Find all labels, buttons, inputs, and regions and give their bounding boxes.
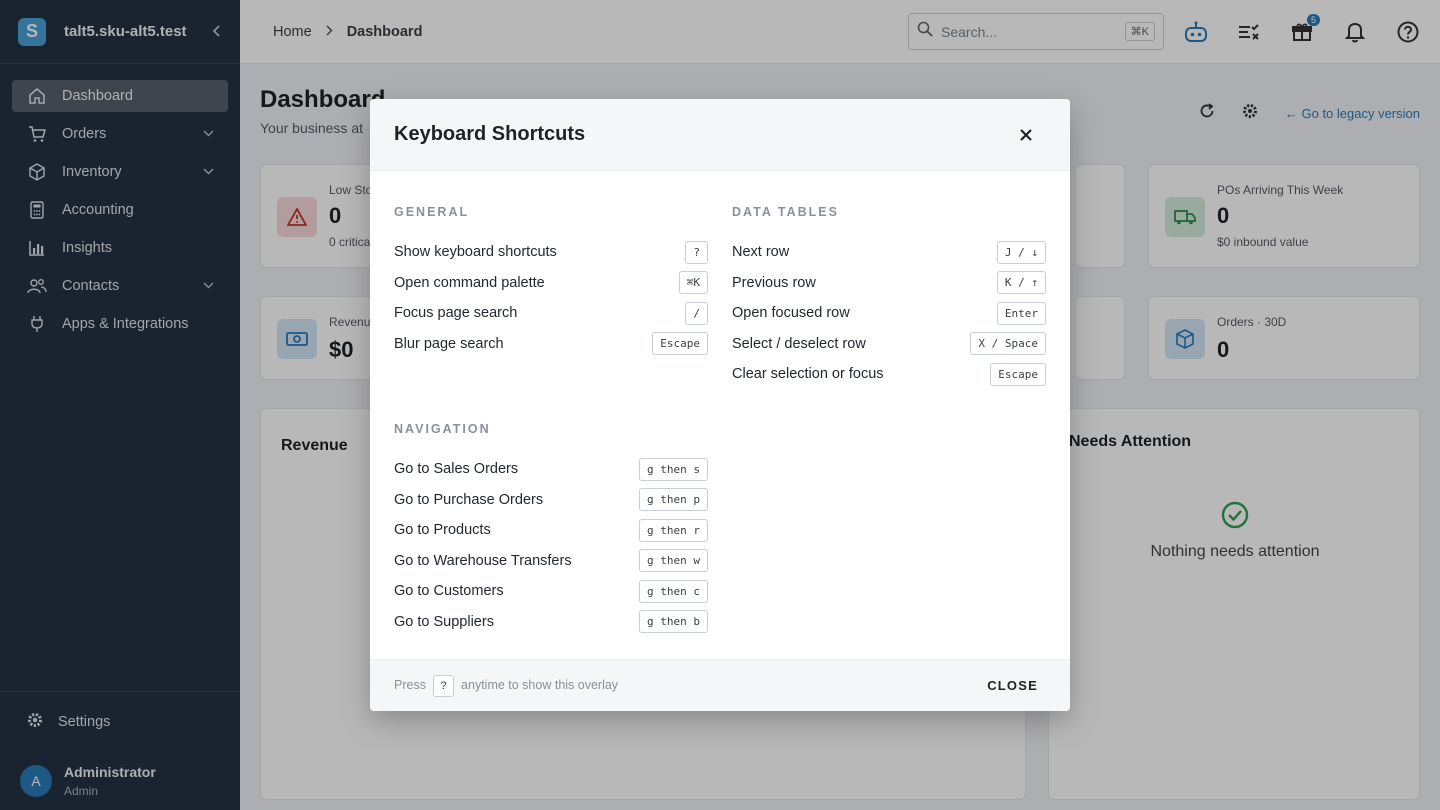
dialog-title: Keyboard Shortcuts <box>394 123 586 145</box>
shortcut-key: g then c <box>639 579 708 603</box>
shortcut-label: Show keyboard shortcuts <box>394 244 557 261</box>
shortcut-label: Go to Sales Orders <box>394 461 519 478</box>
shortcut-row: Go to Customers g then c <box>394 576 708 607</box>
shortcut-label: Open command palette <box>394 274 545 291</box>
shortcut-label: Go to Products <box>394 522 491 539</box>
dialog-header: Keyboard Shortcuts <box>370 99 1070 171</box>
shortcut-label: Select / deselect row <box>732 335 866 352</box>
shortcut-key: K / ↑ <box>996 271 1046 295</box>
shortcut-key: g then r <box>639 518 708 542</box>
shortcut-row: Open command palette ⌘K <box>394 268 708 299</box>
shortcut-key: g then s <box>639 457 708 481</box>
close-button[interactable]: CLOSE <box>987 678 1038 693</box>
section-heading: DATA TABLES <box>732 205 839 219</box>
shortcuts-section-data-tables: DATA TABLES Next row J / ↓ Previous row K … <box>732 205 1046 390</box>
dialog-body: GENERAL Show keyboard shortcuts? Open co… <box>370 171 1070 659</box>
shortcut-row: Go to Warehouse Transfers g then w <box>394 546 708 577</box>
shortcut-row: Blur page search Escape <box>394 329 708 360</box>
shortcut-key: Escape <box>652 332 708 356</box>
shortcut-row: Focus page search / <box>394 298 708 329</box>
shortcut-row: Next row J / ↓ <box>732 237 1046 268</box>
section-heading: GENERAL <box>394 205 470 219</box>
shortcut-row: Previous row K / ↑ <box>732 268 1046 299</box>
shortcut-row: Show keyboard shortcuts? <box>394 237 708 268</box>
shortcut-label: Blur page search <box>394 335 504 352</box>
shortcut-label: Open focused row <box>732 305 850 322</box>
footer-key: ? <box>433 674 454 697</box>
shortcut-label: Clear selection or focus <box>732 366 884 383</box>
shortcut-label: Go to Customers <box>394 583 504 600</box>
shortcut-key: J / ↓ <box>996 240 1046 264</box>
shortcut-row: Go to Products g then r <box>394 515 708 546</box>
shortcut-label: Focus page search <box>394 305 518 322</box>
footer-press-text: Press <box>394 677 426 692</box>
shortcut-label: Go to Purchase Orders <box>394 491 544 508</box>
shortcut-label: Next row <box>732 244 790 261</box>
shortcut-label: Previous row <box>732 274 816 291</box>
shortcut-key: Enter <box>996 301 1046 325</box>
shortcut-row: Open focused row Enter <box>732 298 1046 329</box>
keyboard-shortcuts-dialog: Keyboard Shortcuts GENERAL Show keyboard… <box>370 99 1070 711</box>
shortcut-row: Clear selection or focus Escape <box>732 359 1046 390</box>
close-icon[interactable] <box>1014 123 1038 147</box>
shortcut-label: Go to Suppliers <box>394 613 494 630</box>
shortcut-key: Escape <box>990 362 1046 386</box>
shortcut-key: ⌘K <box>678 271 708 295</box>
dialog-footer: Press ? anytime to show this overlay CLO… <box>370 659 1070 711</box>
shortcut-key: g then w <box>639 549 708 573</box>
shortcuts-section-navigation: NAVIGATION Go to Sales Orders g then s Go… <box>394 422 708 637</box>
shortcut-row: Go to Purchase Orders g then p <box>394 485 708 516</box>
shortcut-row: Go to Suppliers g then b <box>394 607 708 638</box>
footer-rest-text: anytime to show this overlay <box>461 677 619 692</box>
section-heading: NAVIGATION <box>394 422 491 436</box>
shortcut-key: g then b <box>639 610 708 634</box>
shortcut-key: X / Space <box>970 332 1046 356</box>
shortcut-key: / <box>685 301 708 325</box>
shortcuts-section-general: GENERAL Show keyboard shortcuts? Open co… <box>394 205 708 359</box>
shortcut-label: Go to Warehouse Transfers <box>394 552 572 569</box>
shortcut-key: ? <box>685 240 708 264</box>
footer-hint: Press ? anytime to show this overlay <box>394 674 619 697</box>
shortcut-key: g then p <box>639 488 708 512</box>
shortcut-row: Select / deselect row X / Space <box>732 329 1046 360</box>
shortcut-row: Go to Sales Orders g then s <box>394 454 708 485</box>
